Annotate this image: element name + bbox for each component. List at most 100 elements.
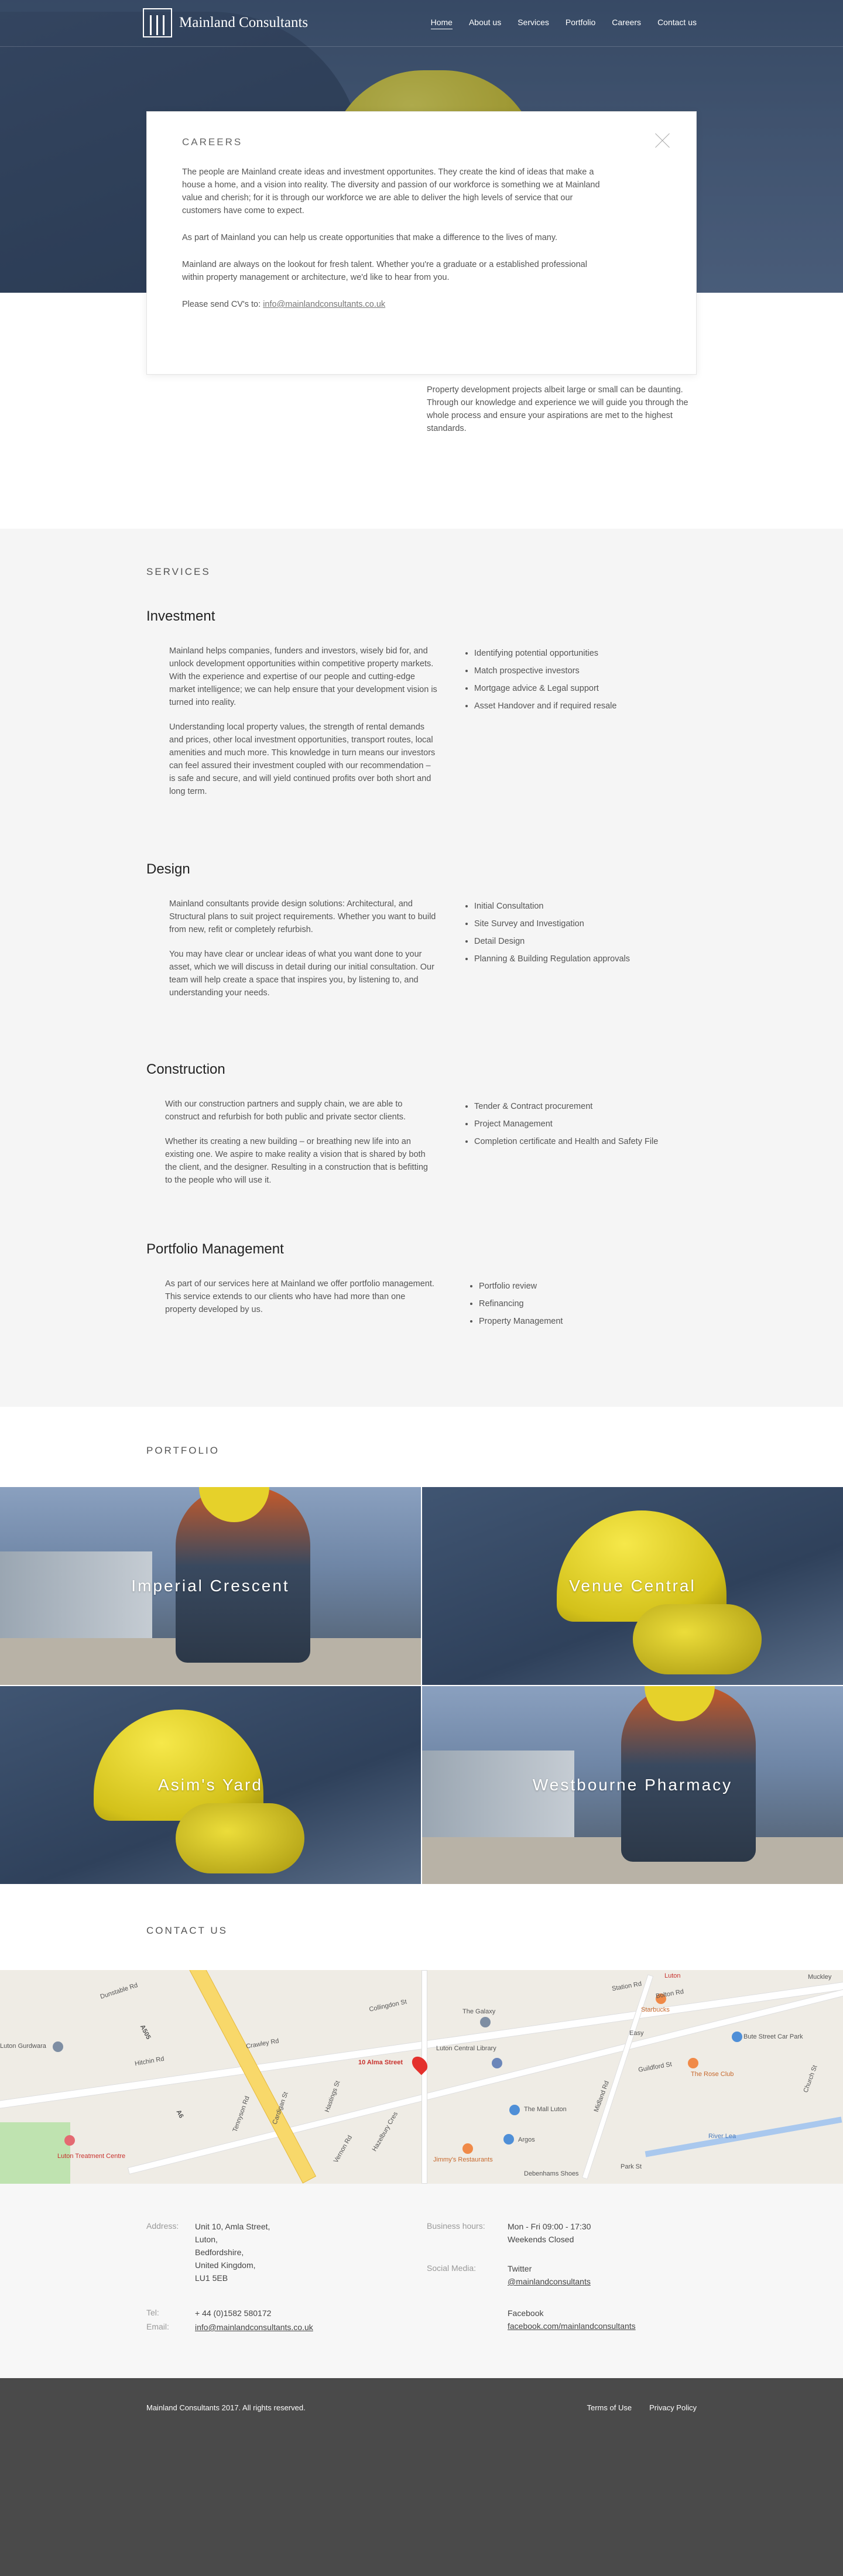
map-label: Muckley — [808, 1974, 832, 1981]
email-label: Email: — [146, 2322, 169, 2331]
map-label: Church St — [802, 2064, 819, 2094]
map-label: Luton — [664, 1972, 681, 1979]
map-label: Vernon Rd — [332, 2134, 354, 2164]
list-item: Refinancing — [479, 1295, 563, 1313]
design-heading: Design — [146, 861, 190, 877]
place-icon — [492, 2058, 502, 2068]
location-map[interactable]: 10 Alma Street The Galaxy Luton Central … — [0, 1970, 843, 2184]
map-label: Debenhams Shoes — [524, 2170, 579, 2177]
nav-about-us[interactable]: About us — [469, 18, 501, 29]
twitter-block: Twitter @mainlandconsultants — [508, 2262, 591, 2288]
construction-list: Tender & Contract procurement Project Ma… — [474, 1098, 658, 1150]
nav-careers[interactable]: Careers — [612, 18, 641, 29]
map-label: Bute Street Car Park — [743, 2033, 803, 2040]
contact-details: Address: Unit 10, Amla Street, Luton, Be… — [0, 2184, 843, 2378]
modal-title: CAREERS — [182, 136, 243, 148]
map-label: Argos — [518, 2136, 535, 2143]
facebook-block: Facebook facebook.com/mainlandconsultant… — [508, 2307, 636, 2332]
map-label: River Lea — [708, 2133, 736, 2140]
modal-paragraph: Mainland are always on the lookout for f… — [182, 260, 587, 282]
investment-list: Identifying potential opportunities Matc… — [474, 645, 616, 715]
list-item: Match prospective investors — [474, 662, 616, 680]
twitter-link[interactable]: @mainlandconsultants — [508, 2277, 591, 2286]
pin-label: 10 Alma Street — [358, 2059, 403, 2066]
portfolio-tile-westbourne-pharmacy[interactable]: Westbourne Pharmacy — [422, 1686, 843, 1884]
list-item: Completion certificate and Health and Sa… — [474, 1133, 658, 1150]
list-item: Project Management — [474, 1115, 658, 1133]
map-label: Easy — [629, 2030, 644, 2037]
nav-portfolio[interactable]: Portfolio — [566, 18, 595, 29]
portfolio-tile-label: Imperial Crescent — [131, 1577, 290, 1595]
list-item: Mortgage advice & Legal support — [474, 680, 616, 697]
privacy-link[interactable]: Privacy Policy — [649, 2403, 697, 2412]
list-item: Planning & Building Regulation approvals — [474, 950, 630, 968]
portfolio-management-body: As part of our services here at Mainland… — [165, 1277, 434, 1328]
nav-contact-us[interactable]: Contact us — [657, 18, 697, 29]
map-label: Luton Gurdwara — [0, 2043, 46, 2050]
close-icon[interactable] — [655, 133, 670, 148]
parking-icon — [732, 2032, 742, 2042]
nav-services[interactable]: Services — [518, 18, 549, 29]
list-item: Detail Design — [474, 933, 630, 950]
portfolio-tile-asims-yard[interactable]: Asim's Yard — [0, 1686, 421, 1884]
site-footer: Mainland Consultants 2017. All rights re… — [0, 2378, 843, 2576]
list-item: Tender & Contract procurement — [474, 1098, 658, 1115]
careers-email-link[interactable]: info@mainlandconsultants.co.uk — [263, 300, 385, 309]
nav-home[interactable]: Home — [430, 18, 453, 29]
footer-links: Terms of Use Privacy Policy — [587, 2403, 697, 2412]
tel-value[interactable]: + 44 (0)1582 580172 — [195, 2307, 271, 2320]
map-label: Crawley Rd — [245, 2037, 280, 2050]
contact-email-link[interactable]: info@mainlandconsultants.co.uk — [195, 2322, 313, 2332]
modal-paragraph: As part of Mainland you can help us crea… — [182, 233, 558, 242]
list-item: Portfolio review — [479, 1277, 563, 1295]
services-title: SERVICES — [146, 566, 211, 577]
investment-paragraph: Mainland helps companies, funders and in… — [169, 646, 437, 707]
terms-link[interactable]: Terms of Use — [587, 2403, 632, 2412]
list-item: Asset Handover and if required resale — [474, 697, 616, 715]
design-body: Mainland consultants provide design solu… — [169, 898, 438, 1011]
portfolio-title: PORTFOLIO — [146, 1445, 220, 1456]
portfolio-management-paragraph: As part of our services here at Mainland… — [165, 1279, 434, 1314]
address-line: United Kingdom, — [195, 2260, 256, 2270]
map-label: The Galaxy — [462, 2008, 496, 2015]
social-label: Social Media: — [427, 2263, 477, 2273]
address-line: LU1 5EB — [195, 2273, 228, 2283]
address-line: Unit 10, Amla Street, — [195, 2222, 270, 2231]
contact-title: CONTACT US — [146, 1925, 228, 1936]
hospital-icon — [64, 2135, 75, 2146]
place-icon — [480, 2017, 491, 2027]
facebook-link[interactable]: facebook.com/mainlandconsultants — [508, 2321, 636, 2331]
shopping-icon — [503, 2134, 514, 2145]
list-item: Site Survey and Investigation — [474, 915, 630, 933]
site-logo[interactable]: Mainland Consultants — [143, 8, 308, 37]
portfolio-management-heading: Portfolio Management — [146, 1241, 284, 1257]
portfolio-tile-label: Venue Central — [569, 1577, 696, 1595]
facebook-label: Facebook — [508, 2308, 544, 2318]
worship-icon — [53, 2041, 63, 2052]
address-value: Unit 10, Amla Street, Luton, Bedfordshir… — [195, 2220, 270, 2284]
map-label: Bolton Rd — [655, 1988, 684, 2000]
map-label: Dunstable Rd — [99, 1981, 139, 2001]
portfolio-tile-venue-central[interactable]: Venue Central — [422, 1487, 843, 1685]
copyright: Mainland Consultants 2017. All rights re… — [146, 2403, 306, 2412]
address-line: Luton, — [195, 2235, 218, 2244]
construction-paragraph: With our construction partners and suppl… — [165, 1099, 406, 1122]
map-label: The Mall Luton — [524, 2106, 567, 2113]
map-label: Hazelbury Cres — [371, 2111, 400, 2153]
hours-value: Mon - Fri 09:00 - 17:30 Weekends Closed — [508, 2220, 591, 2246]
modal-cv-line: Please send CV's to: info@mainlandconsul… — [182, 298, 604, 311]
logo-icon — [143, 8, 172, 37]
address-label: Address: — [146, 2221, 179, 2231]
hours-line: Mon - Fri 09:00 - 17:30 — [508, 2222, 591, 2231]
restaurant-icon — [462, 2143, 473, 2154]
main-menu: Home About us Services Portfolio Careers… — [430, 18, 697, 29]
address-line: Bedfordshire, — [195, 2248, 244, 2257]
list-item: Property Management — [479, 1313, 563, 1330]
portfolio-tile-imperial-crescent[interactable]: Imperial Crescent — [0, 1487, 421, 1685]
email-value: info@mainlandconsultants.co.uk — [195, 2321, 313, 2334]
map-label: A6 — [174, 2108, 185, 2120]
map-label: Luton Treatment Centre — [57, 2153, 126, 2160]
investment-heading: Investment — [146, 608, 215, 624]
map-label: Guildford St — [638, 2061, 673, 2074]
brand-name: Mainland Consultants — [179, 15, 309, 30]
